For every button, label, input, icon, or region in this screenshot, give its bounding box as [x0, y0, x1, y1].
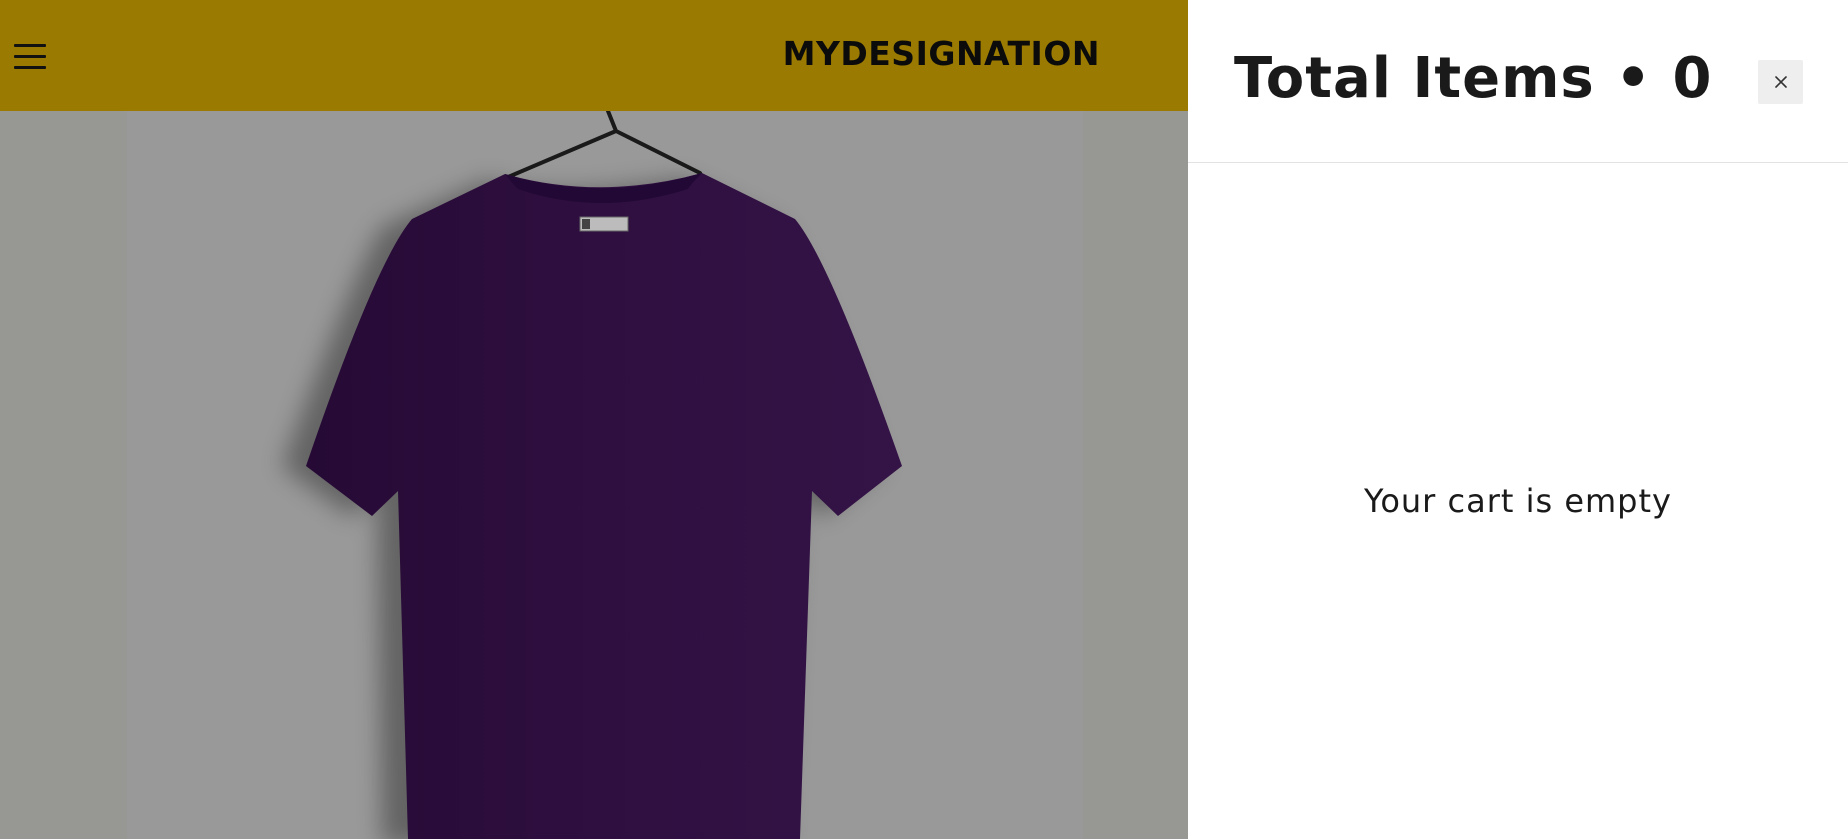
site-header: MYDESIGNATION	[0, 0, 1188, 111]
hamburger-icon[interactable]	[14, 44, 48, 70]
page-background: MYDESIGNATION	[0, 0, 1188, 839]
cart-drawer: Total Items • 0 Your cart is empty	[1188, 0, 1848, 839]
cart-title: Total Items • 0	[1234, 46, 1713, 111]
close-button[interactable]	[1758, 60, 1803, 104]
cart-empty-message: Your cart is empty	[1364, 482, 1672, 520]
hero-banner	[0, 111, 1188, 839]
close-icon	[1774, 76, 1787, 88]
site-logo[interactable]: MYDESIGNATION	[740, 34, 1100, 73]
tshirt-image	[282, 111, 902, 839]
cart-drawer-header: Total Items • 0	[1188, 0, 1848, 163]
